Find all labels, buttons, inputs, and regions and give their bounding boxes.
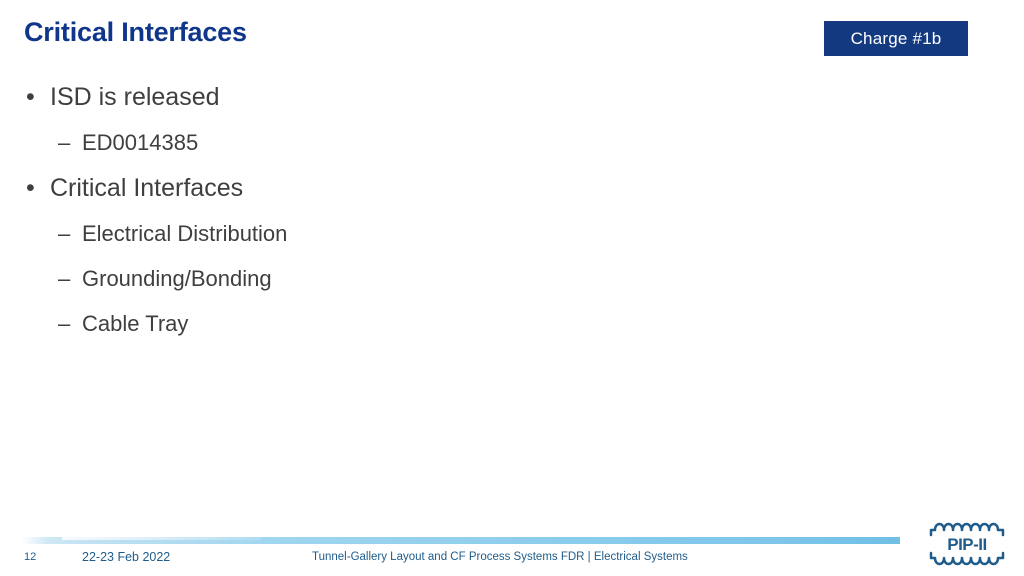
charge-badge: Charge #1b	[824, 21, 968, 56]
list-item-label: Electrical Distribution	[82, 221, 288, 246]
bullet-marker-icon: •	[26, 174, 35, 202]
dash-marker-icon: –	[58, 266, 71, 291]
list-item-label: Cable Tray	[82, 311, 189, 336]
pip-ii-logo: PIP-II	[928, 520, 1012, 568]
dash-marker-icon: –	[58, 130, 71, 155]
slide-canvas: Critical Interfaces Charge #1b • ISD is …	[0, 0, 1024, 576]
footer-title: Tunnel-Gallery Layout and CF Process Sys…	[312, 551, 688, 563]
footer-page-number: 12	[24, 551, 37, 563]
list-item-label: Grounding/Bonding	[82, 266, 272, 291]
footer-divider	[22, 537, 900, 544]
dash-marker-icon: –	[58, 311, 71, 336]
list-item: • ISD is released	[0, 74, 900, 120]
list-item: – Cable Tray	[0, 301, 900, 346]
list-item: – Grounding/Bonding	[0, 256, 900, 301]
bullet-marker-icon: •	[26, 83, 35, 111]
dash-marker-icon: –	[58, 221, 71, 246]
bullet-list: • ISD is released – ED0014385 • Critical…	[0, 74, 900, 346]
list-item: – ED0014385	[0, 120, 900, 165]
list-item-label: Critical Interfaces	[50, 174, 244, 202]
list-item: – Electrical Distribution	[0, 211, 900, 256]
footer-date: 22-23 Feb 2022	[82, 550, 171, 564]
list-item-label: ED0014385	[82, 130, 199, 155]
pip-ii-logo-text: PIP-II	[947, 535, 987, 554]
list-item: • Critical Interfaces	[0, 165, 900, 211]
page-title: Critical Interfaces	[24, 17, 247, 47]
list-item-label: ISD is released	[50, 83, 220, 111]
charge-badge-label: Charge #1b	[850, 28, 942, 48]
